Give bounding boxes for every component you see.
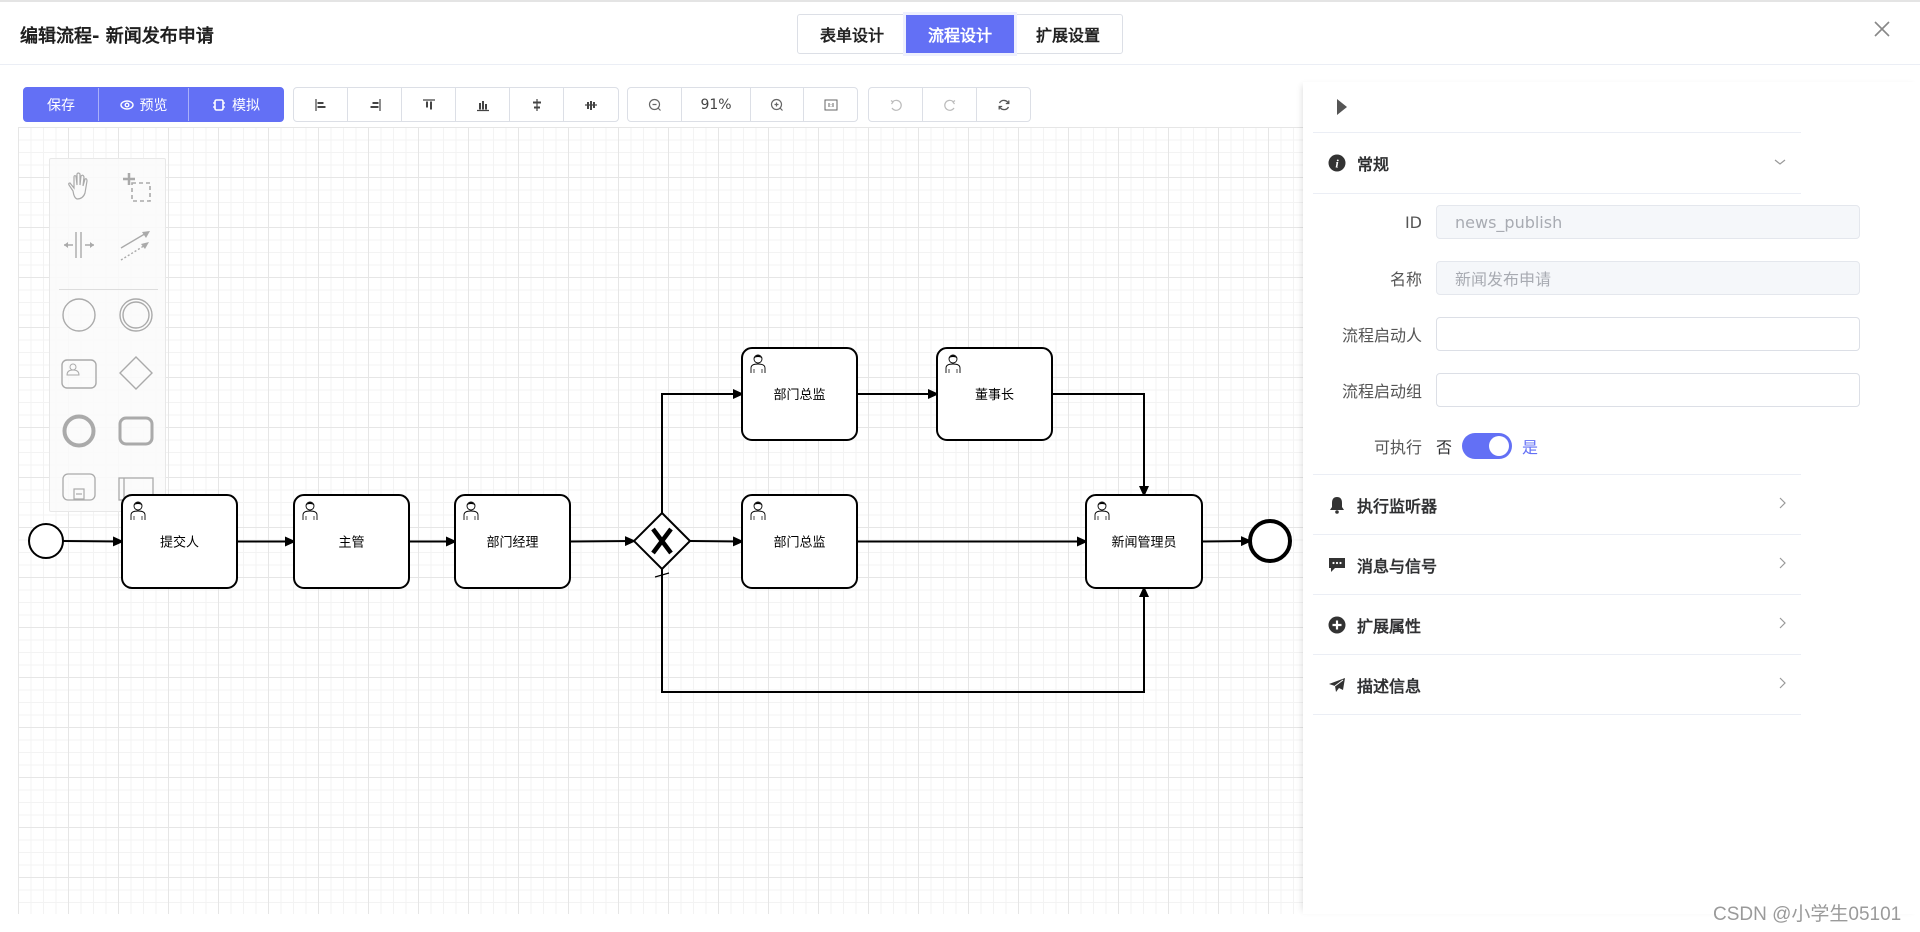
sequence-flow[interactable] <box>1201 541 1250 542</box>
bell-icon <box>1327 495 1347 515</box>
section-messages-title: 消息与信号 <box>1357 556 1438 576</box>
chevron-right-icon <box>1777 676 1787 694</box>
sequence-flow[interactable] <box>689 541 742 542</box>
sequence-flow[interactable] <box>661 569 1144 693</box>
toggle-knob <box>1489 436 1510 456</box>
user-task-node[interactable]: 部门经理 <box>454 494 571 589</box>
flow-nodes: 提交人 主管 部门经理部门总监 董事长部门总监 新闻管理员 <box>28 347 1292 589</box>
field-starter-user-label: 流程启动人 <box>1341 326 1422 345</box>
field-executable: 可执行 否 是 <box>1313 429 1903 463</box>
user-task-node[interactable]: 董事长 <box>936 347 1053 441</box>
message-icon <box>1327 555 1347 575</box>
section-messages-header[interactable]: 消息与信号 <box>1313 535 1801 594</box>
task-label: 董事长 <box>975 388 1014 403</box>
field-starter-group: 流程启动组 <box>1313 373 1903 407</box>
name-input[interactable] <box>1436 261 1860 295</box>
sequence-flow[interactable] <box>661 394 742 513</box>
panel-toggle-icon[interactable] <box>1337 99 1347 115</box>
chevron-down-icon <box>1773 155 1787 171</box>
section-general-title: 常规 <box>1357 154 1390 174</box>
section-listeners-title: 执行监听器 <box>1357 496 1438 516</box>
chevron-right-icon <box>1777 556 1787 574</box>
end-event-shape <box>1248 519 1292 563</box>
executable-switch-group: 否 是 <box>1436 433 1538 459</box>
task-label: 新闻管理员 <box>1111 535 1176 551</box>
chevron-right-icon <box>1777 496 1787 514</box>
task-label: 主管 <box>338 536 364 551</box>
info-icon: i <box>1327 153 1347 173</box>
starter-group-input[interactable] <box>1436 373 1860 407</box>
field-starter-user: 流程启动人 <box>1313 317 1903 351</box>
field-name-label: 名称 <box>1389 270 1422 289</box>
divider <box>1313 193 1801 194</box>
sequence-flow[interactable] <box>62 541 122 542</box>
field-starter-group-label: 流程启动组 <box>1341 382 1422 401</box>
section-listeners-header[interactable]: 执行监听器 <box>1313 475 1801 534</box>
user-task-node[interactable]: 部门总监 <box>741 494 858 589</box>
section-description-title: 描述信息 <box>1357 676 1422 696</box>
user-task-node[interactable]: 新闻管理员 <box>1085 494 1203 589</box>
chevron-right-icon <box>1777 616 1787 634</box>
task-label: 部门总监 <box>773 388 825 403</box>
close-icon <box>1874 21 1890 37</box>
switch-on-text[interactable]: 是 <box>1522 434 1538 458</box>
close-button[interactable] <box>1870 20 1894 44</box>
section-extension-title: 扩展属性 <box>1357 616 1422 636</box>
task-label: 提交人 <box>160 535 199 551</box>
user-task-node[interactable]: 部门总监 <box>741 347 858 441</box>
exclusive-gateway-node[interactable] <box>632 511 692 571</box>
field-name: 名称 <box>1313 261 1903 295</box>
section-general-header[interactable]: i 常规 <box>1313 133 1801 192</box>
section-description-header[interactable]: 描述信息 <box>1313 655 1801 714</box>
field-id-label: ID <box>1404 212 1422 232</box>
task-label: 部门经理 <box>486 536 538 551</box>
start-event-shape <box>28 523 64 559</box>
properties-panel: i 常规 ID 名称 流程启动人 流程启动组 可执行 否 是 执行监听器 消息与… <box>1303 82 1920 914</box>
id-input[interactable] <box>1436 205 1860 239</box>
user-task-node[interactable]: 主管 <box>293 494 410 589</box>
plus-circle-icon <box>1327 615 1347 635</box>
starter-user-input[interactable] <box>1436 317 1860 351</box>
watermark: CSDN @小学生05101 <box>1713 904 1902 925</box>
divider <box>1313 714 1801 715</box>
start-event-node[interactable] <box>28 523 64 559</box>
bpmn-diagram: 提交人 主管 部门经理部门总监 董事长部门总监 新闻管理员 <box>28 347 1292 693</box>
section-extension-header[interactable]: 扩展属性 <box>1313 595 1801 654</box>
task-label: 部门总监 <box>773 536 825 551</box>
field-executable-label: 可执行 <box>1373 438 1422 457</box>
field-id: ID <box>1313 205 1903 239</box>
sequence-flow[interactable] <box>1052 393 1144 495</box>
user-task-node[interactable]: 提交人 <box>121 494 238 589</box>
end-event-node[interactable] <box>1248 519 1292 563</box>
send-icon <box>1327 675 1347 695</box>
sequence-flow[interactable] <box>569 541 634 542</box>
switch-off-text[interactable]: 否 <box>1436 434 1452 458</box>
executable-toggle[interactable] <box>1462 433 1513 459</box>
